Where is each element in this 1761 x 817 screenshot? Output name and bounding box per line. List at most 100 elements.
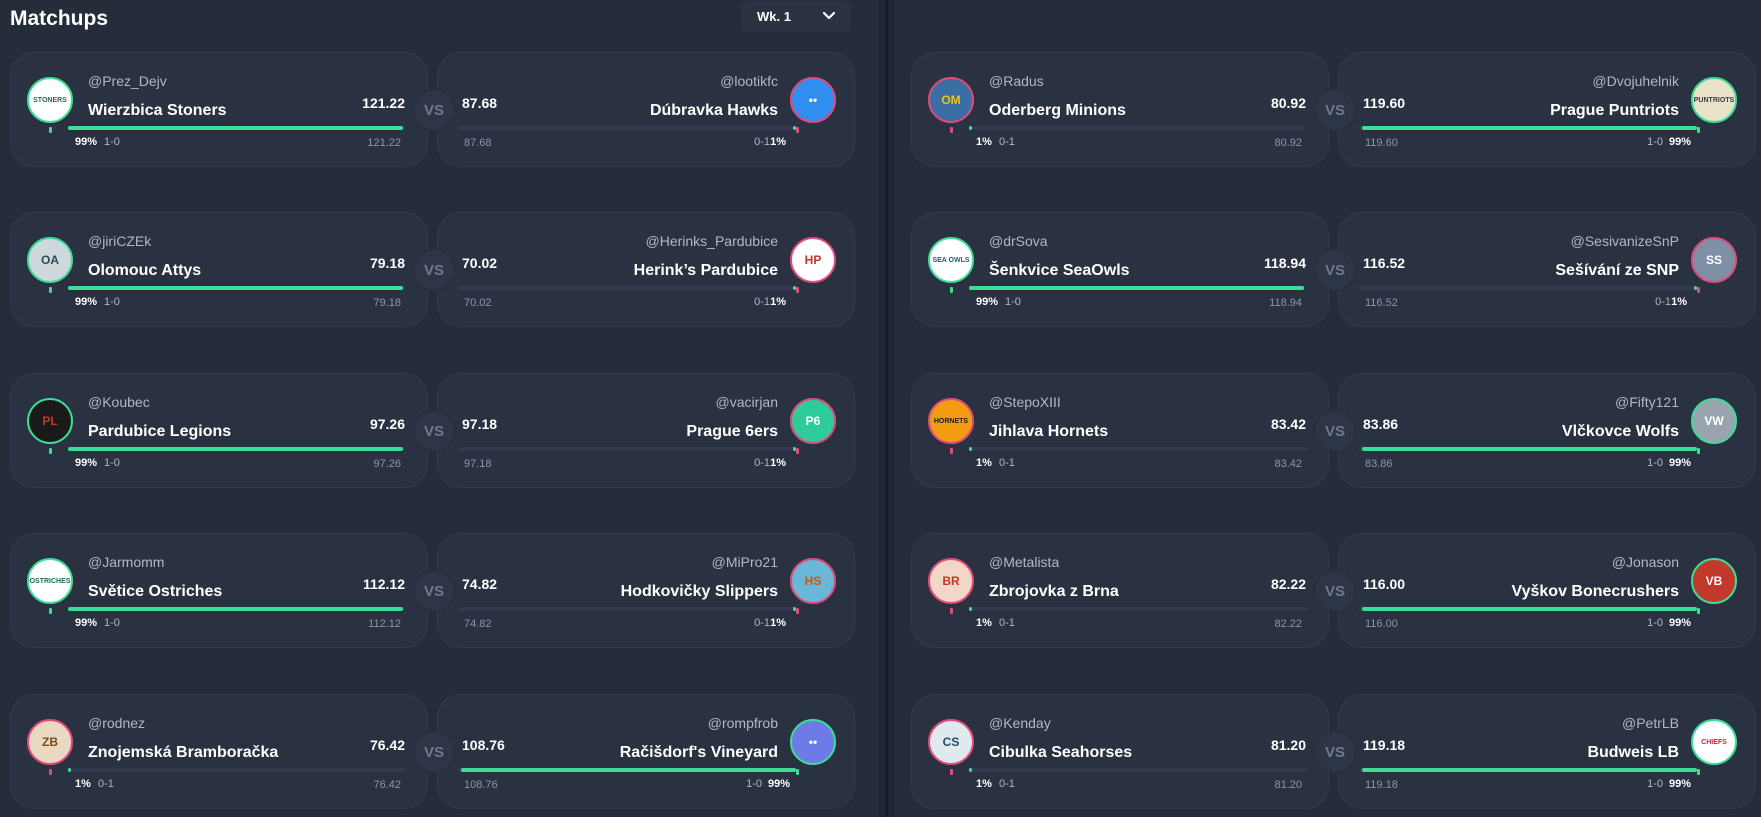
vs-badge: VS [1314,570,1356,612]
page-title: Matchups [10,7,109,30]
team-name[interactable]: Budweis LB [1587,744,1679,762]
team-score-small: 112.12 [368,618,401,630]
owner-handle[interactable]: @SesivanizeSnP [1571,233,1679,249]
team-name[interactable]: Pardubice Legions [88,423,231,441]
vs-badge: VS [413,249,455,291]
owner-handle[interactable]: @Koubec [88,394,150,410]
team-name[interactable]: Oderberg Minions [989,102,1126,120]
win-probability: 1% [976,778,992,790]
team-score: 74.82 [462,576,498,592]
win-probability: 99% [1668,617,1691,629]
win-probability: 1% [770,617,786,629]
week-select[interactable]: Wk. 1 [741,1,851,32]
win-probability-fill [792,126,796,130]
team-name[interactable]: Cibulka Seahorses [989,744,1132,762]
status-indicator [796,448,799,454]
owner-handle[interactable]: @Herinks_Pardubice [646,233,779,249]
owner-handle[interactable]: @MiPro21 [712,554,778,570]
team-card-right[interactable]: PUNTRIOTS @Dvojuhelnik Prague Puntriots 119… [1338,52,1756,167]
owner-handle[interactable]: @Jarmomm [88,554,164,570]
status-indicator [950,608,953,614]
team-card-left[interactable]: ZB @rodnez Znojemská Bramboračka 76.42 1% 0-1… [10,694,428,809]
team-name[interactable]: Vyškov Bonecrushers [1512,583,1679,601]
owner-handle[interactable]: @rodnez [88,715,145,731]
team-card-right[interactable]: VB @Jonason Vyškov Bonecrushers 116.00 99% 1-… [1338,533,1756,648]
win-probability: 99% [976,296,999,308]
team-name[interactable]: Zbrojovka z Brna [989,583,1119,601]
win-probability: 99% [767,778,790,790]
owner-handle[interactable]: @Metalista [989,554,1059,570]
team-card-left[interactable]: PL @Koubec Pardubice Legions 97.26 99% 1-0 97.… [10,373,428,488]
owner-handle[interactable]: @Prez_Dejv [88,73,167,89]
team-name[interactable]: Světice Ostriches [88,583,222,601]
win-probability-fill [969,447,973,451]
team-card-left[interactable]: HORNETS @StepoXIII Jihlava Hornets 83.42 1% 0… [911,373,1329,488]
team-logo: VW [1691,398,1737,444]
team-record: 1-0 [1005,296,1021,308]
team-card-left[interactable]: OA @jiriCZEk Olomouc Attys 79.18 99% 1-0 79.18 [10,212,428,327]
team-card-right[interactable]: HS @MiPro21 Hodkovičky Slippers 74.82 1% 0-1 7… [437,533,855,648]
team-name[interactable]: Dúbravka Hawks [650,102,778,120]
team-name[interactable]: Sešívání ze SNP [1555,262,1679,280]
team-card-right[interactable]: HP @Herinks_Pardubice Herink’s Pardubice 70… [437,212,855,327]
team-name[interactable]: Prague 6ers [686,423,778,441]
owner-handle[interactable]: @drSova [989,233,1048,249]
win-probability: 99% [1668,457,1691,469]
owner-handle[interactable]: @lootikfc [720,73,778,89]
owner-handle[interactable]: @Dvojuhelnik [1592,73,1679,89]
win-probability-bar [68,286,406,290]
team-record: 1-0 [104,296,120,308]
owner-handle[interactable]: @Fifty121 [1615,394,1679,410]
team-card-left[interactable]: SEA OWLS @drSova Šenkvice SeaOwls 118.94 99%… [911,212,1329,327]
status-indicator [950,769,953,775]
owner-handle[interactable]: @Kenday [989,715,1051,731]
team-name[interactable]: Račišdorf's Vineyard [620,744,778,762]
team-name[interactable]: Hodkovičky Slippers [621,583,778,601]
team-name[interactable]: Olomouc Attys [88,262,201,280]
team-logo: •• [790,77,836,123]
team-name[interactable]: Vlčkovce Wolfs [1562,423,1679,441]
owner-handle[interactable]: @StepoXIII [989,394,1061,410]
team-score: 76.42 [369,737,405,753]
team-card-left[interactable]: STONERS @Prez_Dejv Wierzbica Stoners 121.22… [10,52,428,167]
win-probability-fill [1362,447,1697,451]
team-score: 80.92 [1270,95,1306,111]
owner-handle[interactable]: @Radus [989,73,1044,89]
team-score: 108.76 [462,737,505,753]
team-card-right[interactable]: CHIEFS @PetrLB Budweis LB 119.18 99% 1-0 119.1… [1338,694,1756,809]
team-logo: PUNTRIOTS [1691,77,1737,123]
team-name[interactable]: Prague Puntriots [1550,102,1679,120]
team-logo: BR [928,558,974,604]
team-card-right[interactable]: P6 @vacirjan Prague 6ers 97.18 1% 0-1 97.18 [437,373,855,488]
owner-handle[interactable]: @PetrLB [1622,715,1679,731]
team-card-left[interactable]: CS @Kenday Cibulka Seahorses 81.20 1% 0-1 81.2… [911,694,1329,809]
team-logo: HORNETS [928,398,974,444]
team-name[interactable]: Herink’s Pardubice [634,262,778,280]
team-card-right[interactable]: •• @rompfrob Račišdorf's Vineyard 108.76 99%… [437,694,855,809]
team-card-left[interactable]: BR @Metalista Zbrojovka z Brna 82.22 1% 0-1 82… [911,533,1329,648]
status-indicator [1697,287,1700,293]
win-probability-fill [1362,126,1697,130]
team-card-right[interactable]: VW @Fifty121 Vlčkovce Wolfs 83.86 99% 1-0 83.8… [1338,373,1756,488]
column-divider-line [886,0,888,817]
team-name[interactable]: Jihlava Hornets [989,423,1108,441]
team-score-small: 80.92 [1274,137,1302,149]
team-card-right[interactable]: •• @lootikfc Dúbravka Hawks 87.68 1% 0-1 87.68 [437,52,855,167]
team-record: 0-1 [999,778,1015,790]
owner-handle[interactable]: @rompfrob [708,715,778,731]
vs-badge: VS [413,410,455,452]
team-card-right[interactable]: SS @SesivanizeSnP Sešívání ze SNP 116.52 1% 0… [1338,212,1756,327]
team-logo: •• [790,719,836,765]
owner-handle[interactable]: @jiriCZEk [88,233,151,249]
team-record: 0-1 [754,296,770,308]
win-probability-bar [969,607,1307,611]
win-probability: 99% [75,296,98,308]
team-card-left[interactable]: OSTRICHES @Jarmomm Světice Ostriches 112.12… [10,533,428,648]
owner-handle[interactable]: @vacirjan [716,394,778,410]
team-name[interactable]: Wierzbica Stoners [88,102,227,120]
team-card-left[interactable]: OM @Radus Oderberg Minions 80.92 1% 0-1 80.92 [911,52,1329,167]
team-name[interactable]: Šenkvice SeaOwls [989,262,1130,280]
team-score-small: 83.42 [1274,458,1302,470]
owner-handle[interactable]: @Jonason [1612,554,1679,570]
team-name[interactable]: Znojemská Bramboračka [88,744,278,762]
